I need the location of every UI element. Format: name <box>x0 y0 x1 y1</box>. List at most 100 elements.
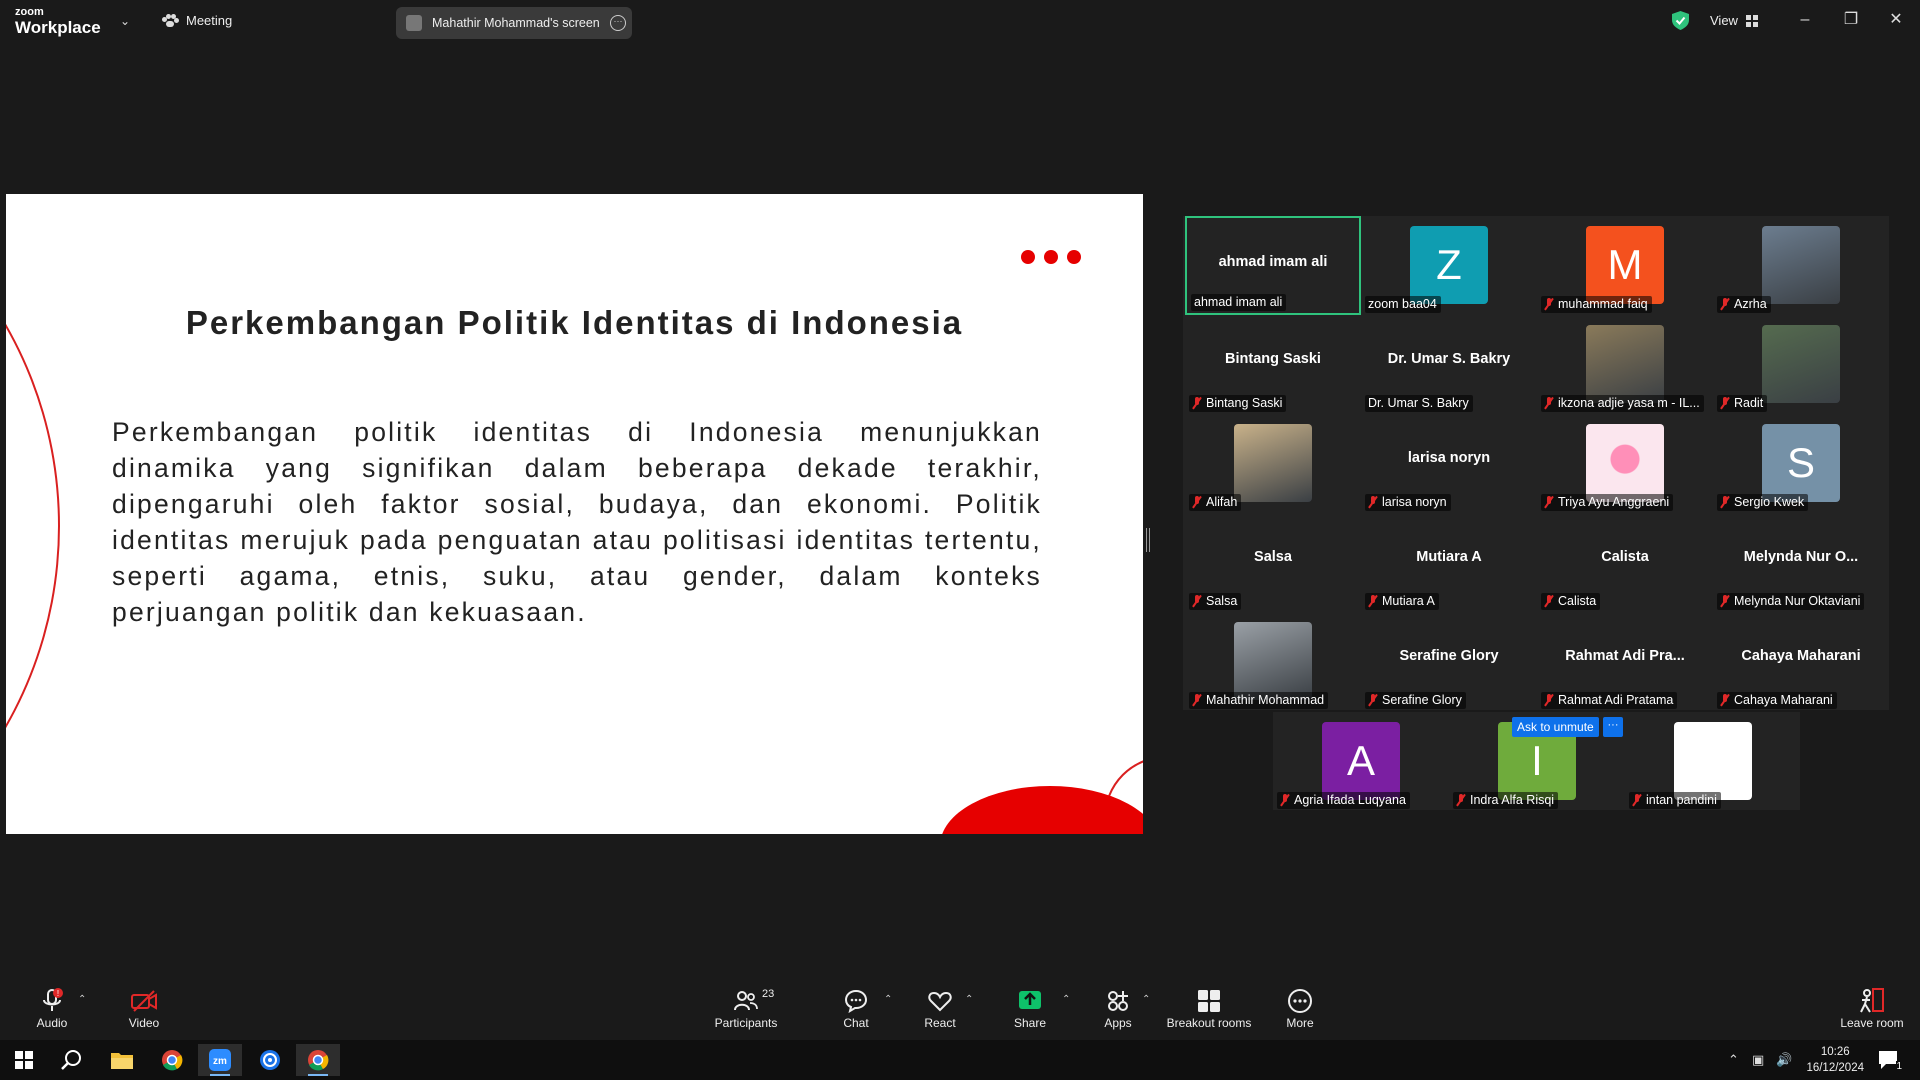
slide-body: Perkembangan politik identitas di Indone… <box>112 417 1042 627</box>
participant-tile[interactable]: Mmuhammad faiq <box>1537 216 1713 315</box>
participants-button[interactable]: 23 Participants <box>706 988 786 1030</box>
chrome-profile-taskbar[interactable] <box>296 1044 340 1076</box>
participant-tile[interactable]: ikzona adjie yasa m - IL... <box>1537 315 1713 414</box>
participant-name-label: zoom baa04 <box>1365 296 1441 313</box>
app-taskbar[interactable] <box>248 1044 292 1076</box>
breakout-rooms-button[interactable]: Breakout rooms <box>1158 988 1260 1030</box>
apps-icon <box>1108 991 1128 1011</box>
participant-tile[interactable]: Triya Ayu Anggraeni <box>1537 414 1713 513</box>
muted-microphone-icon <box>1368 694 1378 707</box>
video-button[interactable]: Video <box>104 988 184 1030</box>
search-button[interactable] <box>50 1044 94 1076</box>
meeting-toolbar: ! Audio ⌃ Video 23 Participants Chat ⌃ R… <box>0 980 1920 1040</box>
muted-microphone-icon <box>1544 298 1554 311</box>
participant-name-label: intan pandini <box>1629 792 1721 809</box>
muted-microphone-icon <box>1720 496 1730 509</box>
share-button[interactable]: Share <box>990 988 1070 1030</box>
participant-name-label: Agria Ifada Luqyana <box>1277 792 1410 809</box>
muted-microphone-icon <box>1632 794 1642 807</box>
notifications-button[interactable]: 1 <box>1868 1044 1908 1076</box>
muted-microphone-icon <box>1544 496 1554 509</box>
minimize-button[interactable]: – <box>1790 8 1820 32</box>
microphone-icon: ! <box>43 988 63 1011</box>
security-shield-icon[interactable] <box>1672 11 1689 30</box>
participant-name-label: Mahathir Mohammad <box>1189 692 1329 709</box>
participant-tile[interactable]: Mahathir Mohammad <box>1185 612 1361 711</box>
participant-tile[interactable]: Azrha <box>1713 216 1889 315</box>
chrome-icon <box>162 1050 183 1071</box>
apps-caret-icon[interactable]: ⌃ <box>1142 994 1150 1005</box>
audio-caret-icon[interactable]: ⌃ <box>78 994 86 1005</box>
participant-tile[interactable]: Mutiara A Mutiara A <box>1361 513 1537 612</box>
participant-tile[interactable]: Melynda Nur O... Melynda Nur Oktaviani <box>1713 513 1889 612</box>
participant-tile[interactable]: Radit <box>1713 315 1889 414</box>
system-clock[interactable]: 10:26 16/12/2024 <box>1806 1044 1864 1076</box>
participants-count: 23 <box>762 988 775 1000</box>
heart-icon <box>928 991 952 1012</box>
avatar: M <box>1586 226 1664 304</box>
participant-display-name: ahmad imam ali <box>1218 254 1328 270</box>
participant-more-button[interactable]: ··· <box>1603 717 1623 737</box>
zoom-taskbar[interactable]: zm <box>198 1044 242 1076</box>
search-icon <box>61 1050 81 1070</box>
react-caret-icon[interactable]: ⌃ <box>965 994 973 1005</box>
zoom-workplace-logo[interactable]: zoom Workplace <box>15 7 101 37</box>
muted-microphone-icon <box>1192 496 1202 509</box>
participant-tile[interactable]: Zzoom baa04 <box>1361 216 1537 315</box>
restore-button[interactable]: ❐ <box>1836 8 1866 32</box>
participant-name-label: Calista <box>1541 593 1601 610</box>
participant-tile[interactable]: Dr. Umar S. Bakry Dr. Umar S. Bakry <box>1361 315 1537 414</box>
show-hidden-icons[interactable]: ⌃ <box>1728 1052 1739 1068</box>
view-button[interactable]: View <box>1710 13 1758 28</box>
view-label: View <box>1710 13 1738 28</box>
chevron-down-icon[interactable]: ⌄ <box>120 14 130 28</box>
participant-display-name: Salsa <box>1254 549 1292 565</box>
participant-display-name: Melynda Nur O... <box>1743 549 1859 565</box>
participant-tile[interactable]: Alifah <box>1185 414 1361 513</box>
network-icon[interactable]: ▣ <box>1752 1052 1764 1068</box>
avatar: S <box>1762 424 1840 502</box>
share-caret-icon[interactable]: ⌃ <box>1062 994 1070 1005</box>
meeting-button[interactable]: Meeting <box>162 13 232 28</box>
svg-text:zm: zm <box>213 1056 227 1067</box>
participant-tile[interactable]: A Agria Ifada Luqyana <box>1273 712 1449 811</box>
decorative-dots <box>1021 250 1081 264</box>
participant-name-label: larisa noryn <box>1365 494 1451 511</box>
participant-tile[interactable]: larisa noryn larisa noryn <box>1361 414 1537 513</box>
participant-tile[interactable]: intan pandini <box>1625 712 1801 811</box>
participant-tile[interactable]: Salsa Salsa <box>1185 513 1361 612</box>
more-button[interactable]: More <box>1260 988 1340 1030</box>
chat-caret-icon[interactable]: ⌃ <box>884 994 892 1005</box>
participant-tile[interactable]: Calista Calista <box>1537 513 1713 612</box>
more-options-icon[interactable]: ··· <box>610 15 626 31</box>
participant-tile[interactable]: S Sergio Kwek <box>1713 414 1889 513</box>
participants-icon <box>734 991 758 1011</box>
participant-name: Alifah <box>1206 495 1238 509</box>
muted-microphone-icon <box>1456 794 1466 807</box>
video-off-icon <box>131 990 157 1012</box>
participant-tile[interactable]: ahmad imam ali ahmad imam ali <box>1185 216 1361 315</box>
participant-name: zoom baa04 <box>1368 297 1437 311</box>
participant-name-label: Melynda Nur Oktaviani <box>1717 593 1865 610</box>
close-button[interactable]: ✕ <box>1881 8 1911 32</box>
participant-tile[interactable]: Serafine Glory Serafine Glory <box>1361 612 1537 711</box>
participant-name: muhammad faiq <box>1558 297 1648 311</box>
chrome-taskbar[interactable] <box>150 1044 194 1076</box>
file-explorer-taskbar[interactable] <box>100 1044 144 1076</box>
participant-name: intan pandini <box>1646 793 1717 807</box>
ask-to-unmute-button[interactable]: Ask to unmute <box>1512 717 1599 737</box>
participant-name: Bintang Saski <box>1206 396 1283 410</box>
leave-room-button[interactable]: Leave room <box>1830 988 1914 1030</box>
muted-microphone-icon <box>1192 694 1202 707</box>
participant-tile[interactable]: Rahmat Adi Pra... Rahmat Adi Pratama <box>1537 612 1713 711</box>
participant-tile[interactable]: Cahaya Maharani Cahaya Maharani <box>1713 612 1889 711</box>
resize-handle[interactable] <box>1146 528 1150 552</box>
react-label: React <box>924 1016 956 1030</box>
participant-video <box>1586 325 1664 403</box>
volume-icon[interactable]: 🔊 <box>1776 1052 1792 1068</box>
participant-name-label: Indra Alfa Risqi <box>1453 792 1559 809</box>
participant-tile[interactable]: Bintang Saski Bintang Saski <box>1185 315 1361 414</box>
shared-screen-tab[interactable]: Mahathir Mohammad's screen ··· <box>396 7 632 39</box>
start-button[interactable] <box>2 1044 46 1076</box>
muted-microphone-icon <box>1192 595 1202 608</box>
